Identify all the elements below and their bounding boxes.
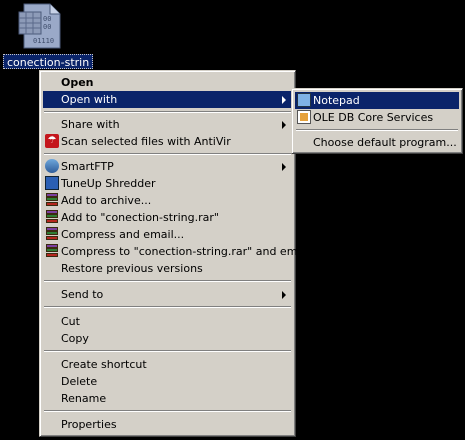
open-with-submenu: Notepad OLE DB Core Services Choose defa… [291, 88, 463, 154]
menu-item-label: Open [61, 76, 94, 89]
menu-item-open-with[interactable]: Open with [43, 91, 292, 108]
notepad-icon [297, 93, 311, 107]
svg-text:00: 00 [43, 15, 51, 23]
menu-separator [44, 306, 291, 308]
menu-item-label: Notepad [313, 94, 360, 107]
menu-item-label: Scan selected files with AntiVir [61, 135, 231, 148]
tuneup-icon [45, 176, 59, 190]
menu-item-share-with[interactable]: Share with [43, 116, 292, 133]
menu-item-cut[interactable]: Cut [43, 313, 292, 330]
menu-item-send-to[interactable]: Send to [43, 286, 292, 303]
menu-item-copy[interactable]: Copy [43, 330, 292, 347]
menu-separator [44, 111, 291, 113]
menu-item-label: Compress to "conection-string.rar" and e… [61, 245, 311, 258]
menu-item-label: Copy [61, 332, 89, 345]
text-file-icon: 00 00 01110 [18, 3, 61, 49]
menu-separator [44, 410, 291, 412]
winrar-icon [45, 227, 59, 241]
submenu-arrow-icon [282, 291, 286, 299]
menu-item-label: Create shortcut [61, 358, 147, 371]
menu-item-label: Add to archive... [61, 194, 152, 207]
submenu-arrow-icon [282, 121, 286, 129]
svg-text:01110: 01110 [33, 37, 54, 45]
submenu-arrow-icon [282, 163, 286, 171]
menu-item-label: Cut [61, 315, 80, 328]
menu-item-open[interactable]: Open [43, 74, 292, 91]
submenu-item-choose-default[interactable]: Choose default program... [295, 134, 459, 151]
menu-item-compress-rar-email[interactable]: Compress to "conection-string.rar" and e… [43, 243, 310, 260]
menu-item-label: OLE DB Core Services [313, 111, 434, 124]
menu-item-label: Delete [61, 375, 98, 388]
menu-item-tuneup-shredder[interactable]: TuneUp Shredder [43, 175, 292, 192]
menu-item-label: TuneUp Shredder [61, 177, 156, 190]
menu-separator [44, 153, 291, 155]
menu-item-label: Rename [61, 392, 107, 405]
menu-separator [296, 129, 458, 131]
submenu-item-oledb[interactable]: OLE DB Core Services [295, 109, 459, 126]
menu-item-label: Add to "conection-string.rar" [61, 211, 219, 224]
menu-item-label: Open with [61, 93, 118, 106]
menu-item-label: SmartFTP [61, 160, 114, 173]
menu-item-delete[interactable]: Delete [43, 373, 292, 390]
menu-item-properties[interactable]: Properties [43, 416, 292, 433]
menu-item-add-archive[interactable]: Add to archive... [43, 192, 292, 209]
antivir-icon: ☂ [45, 134, 59, 148]
menu-item-label: Choose default program... [313, 136, 457, 149]
menu-item-label: Properties [61, 418, 117, 431]
menu-item-smartftp[interactable]: SmartFTP [43, 158, 292, 175]
menu-item-add-rar[interactable]: Add to "conection-string.rar" [43, 209, 292, 226]
desktop-file-icon[interactable]: 00 00 01110 conection-strin [0, 0, 94, 70]
file-name-label[interactable]: conection-strin [3, 54, 94, 69]
oledb-icon [297, 110, 311, 124]
menu-item-label: Restore previous versions [61, 262, 203, 275]
winrar-icon [45, 210, 59, 224]
winrar-icon [45, 193, 59, 207]
submenu-arrow-icon [282, 96, 286, 104]
context-menu: Open Open with Share with ☂ Scan selected… [39, 70, 310, 437]
menu-item-restore-versions[interactable]: Restore previous versions [43, 260, 292, 277]
menu-item-create-shortcut[interactable]: Create shortcut [43, 356, 292, 373]
winrar-icon [45, 244, 59, 258]
smartftp-icon [45, 159, 59, 173]
svg-text:00: 00 [43, 23, 51, 31]
menu-item-rename[interactable]: Rename [43, 390, 292, 407]
menu-separator [44, 350, 291, 352]
menu-item-scan-antivir[interactable]: ☂ Scan selected files with AntiVir [43, 133, 292, 150]
menu-item-label: Share with [61, 118, 120, 131]
menu-item-label: Send to [61, 288, 104, 301]
menu-separator [44, 280, 291, 282]
menu-item-label: Compress and email... [61, 228, 185, 241]
submenu-item-notepad[interactable]: Notepad [295, 92, 459, 109]
menu-item-compress-email[interactable]: Compress and email... [43, 226, 292, 243]
